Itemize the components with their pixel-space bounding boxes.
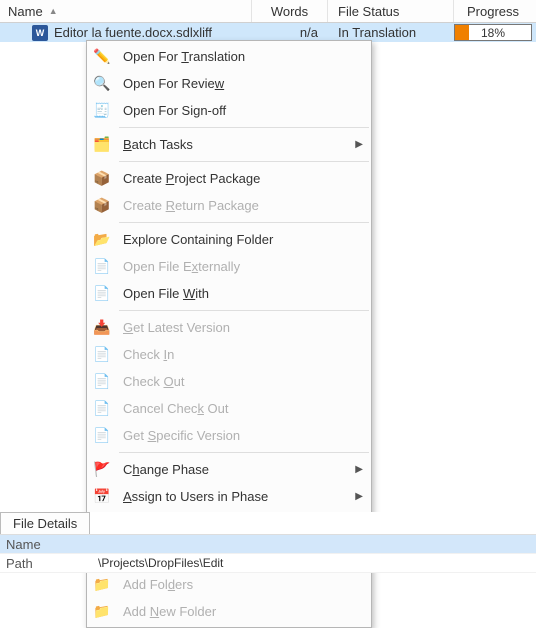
menu-label: Change Phase (123, 462, 347, 477)
menu-create-project-package[interactable]: 📦 Create Project Package (87, 165, 371, 192)
add-folder-icon: 📁 (91, 575, 113, 595)
chevron-right-icon: ▶ (355, 491, 363, 502)
menu-open-file-externally: 📄 Open File Externally (87, 253, 371, 280)
chevron-right-icon: ▶ (355, 464, 363, 475)
sort-ascending-icon: ▲ (49, 6, 58, 16)
menu-add-folders: 📁 Add Folders (87, 571, 371, 598)
menu-label: Open For Sign-off (123, 103, 347, 118)
menu-label: Get Specific Version (123, 428, 347, 443)
menu-label: Create Return Package (123, 198, 347, 213)
column-header-name-label: Name (8, 4, 43, 19)
file-name-cell: W Editor la fuente.docx.sdlxliff (0, 25, 252, 41)
menu-open-for-signoff[interactable]: 🧾 Open For Sign-off (87, 97, 371, 124)
column-header-progress[interactable]: Progress (454, 0, 532, 22)
details-path-label: Path (0, 556, 88, 571)
folder-open-icon: 📂 (91, 230, 113, 250)
menu-assign-to-users[interactable]: 📅 Assign to Users in Phase ▶ (87, 483, 371, 510)
details-row-name[interactable]: Name (0, 535, 536, 554)
file-details-tab[interactable]: File Details (0, 512, 90, 534)
package-in-icon: 📦 (91, 196, 113, 216)
menu-label: Open For Review (123, 76, 347, 91)
progress-text: 18% (481, 26, 505, 40)
menu-cancel-check-out: 📄 Cancel Check Out (87, 395, 371, 422)
details-row-path[interactable]: Path \Projects\DropFiles\Edit (0, 554, 536, 573)
menu-label: Batch Tasks (123, 137, 347, 152)
column-header-words[interactable]: Words (252, 0, 328, 22)
column-header-status[interactable]: File Status (328, 0, 454, 22)
menu-separator (119, 310, 369, 311)
file-status-cell: In Translation (328, 25, 454, 40)
cancel-checkout-icon: 📄 (91, 399, 113, 419)
column-header-status-label: File Status (338, 4, 399, 19)
download-icon: 📥 (91, 318, 113, 338)
menu-label: Assign to Users in Phase (123, 489, 347, 504)
menu-label: Add Folders (123, 577, 347, 592)
menu-explore-containing-folder[interactable]: 📂 Explore Containing Folder (87, 226, 371, 253)
pencil-icon: ✏️ (91, 47, 113, 67)
magnifier-icon: 🔍 (91, 74, 113, 94)
menu-label: Cancel Check Out (123, 401, 347, 416)
menu-get-specific-version: 📄 Get Specific Version (87, 422, 371, 449)
menu-label: Open File With (123, 286, 347, 301)
calendar-user-icon: 📅 (91, 487, 113, 507)
stamp-icon: 🧾 (91, 101, 113, 121)
menu-open-file-with[interactable]: 📄 Open File With (87, 280, 371, 307)
column-header-row: Name ▲ Words File Status Progress (0, 0, 536, 23)
checkin-icon: 📄 (91, 345, 113, 365)
file-details-panel: File Details Name Path \Projects\DropFil… (0, 512, 536, 573)
menu-label: Create Project Package (123, 171, 347, 186)
menu-separator (119, 452, 369, 453)
details-path-value: \Projects\DropFiles\Edit (88, 556, 536, 570)
menu-open-for-translation[interactable]: ✏️ Open For Translation (87, 43, 371, 70)
version-icon: 📄 (91, 426, 113, 446)
menu-label: Check In (123, 347, 347, 362)
file-details-tab-label: File Details (13, 516, 77, 531)
column-header-name[interactable]: Name ▲ (0, 0, 252, 22)
new-folder-icon: 📁 (91, 602, 113, 622)
menu-separator (119, 127, 369, 128)
tasks-icon: 🗂️ (91, 135, 113, 155)
menu-check-in: 📄 Check In (87, 341, 371, 368)
file-name-text: Editor la fuente.docx.sdlxliff (54, 25, 212, 40)
menu-label: Get Latest Version (123, 320, 347, 335)
package-out-icon: 📦 (91, 169, 113, 189)
menu-label: Open For Translation (123, 49, 347, 64)
progress-bar-fill (455, 25, 469, 40)
word-document-icon: W (32, 25, 48, 41)
file-words-cell: n/a (252, 25, 328, 40)
menu-open-for-review[interactable]: 🔍 Open For Review (87, 70, 371, 97)
menu-change-phase[interactable]: 🚩 Change Phase ▶ (87, 456, 371, 483)
menu-label: Add New Folder (123, 604, 347, 619)
menu-add-new-folder: 📁 Add New Folder (87, 598, 371, 625)
menu-separator (119, 161, 369, 162)
checkout-icon: 📄 (91, 372, 113, 392)
menu-separator (119, 222, 369, 223)
document-search-icon: 📄 (91, 284, 113, 304)
file-progress-cell: 18% (454, 24, 532, 41)
menu-batch-tasks[interactable]: 🗂️ Batch Tasks ▶ (87, 131, 371, 158)
document-icon: 📄 (91, 257, 113, 277)
flag-icon: 🚩 (91, 460, 113, 480)
menu-create-return-package: 📦 Create Return Package (87, 192, 371, 219)
column-header-words-label: Words (271, 4, 308, 19)
menu-check-out: 📄 Check Out (87, 368, 371, 395)
column-header-progress-label: Progress (467, 4, 519, 19)
menu-label: Explore Containing Folder (123, 232, 347, 247)
chevron-right-icon: ▶ (355, 139, 363, 150)
file-details-grid: Name Path \Projects\DropFiles\Edit (0, 534, 536, 573)
menu-get-latest-version: 📥 Get Latest Version (87, 314, 371, 341)
details-name-label: Name (0, 537, 88, 552)
menu-label: Check Out (123, 374, 347, 389)
menu-label: Open File Externally (123, 259, 347, 274)
